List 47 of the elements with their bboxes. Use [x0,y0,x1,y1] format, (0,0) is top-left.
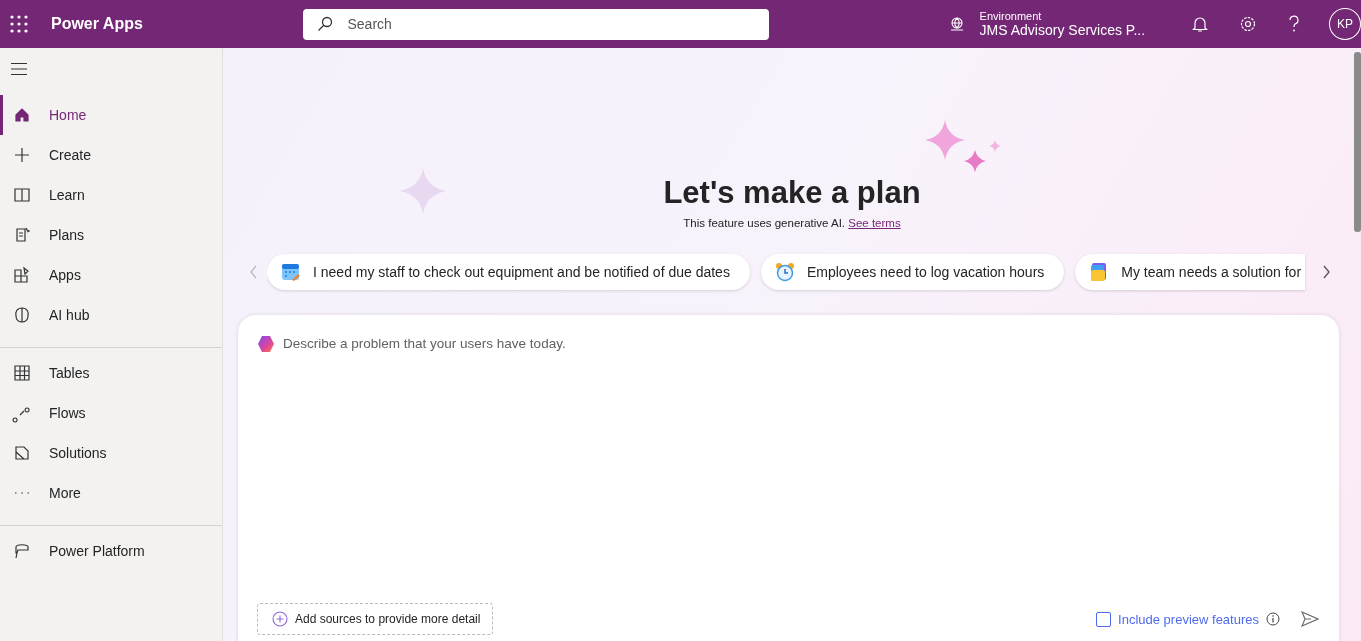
calendar-icon [281,262,301,282]
terms-link[interactable]: See terms [848,217,901,229]
search-icon [317,16,334,32]
environment-name[interactable]: JMS Advisory Services P... [979,22,1146,38]
page-title: Let's make a plan [663,175,921,211]
search-field[interactable]: Search [303,8,769,40]
menu-icon[interactable] [10,62,28,76]
nav-item[interactable]: AI hub [0,295,222,335]
nav-icon [12,363,32,383]
nav-item[interactable]: Solutions [0,433,222,473]
alarm-clock-icon [774,262,795,282]
nav-icon [12,443,32,463]
suggestion-chip[interactable]: My team needs a solution for [1075,254,1306,290]
nav-item[interactable]: Power Platform [0,531,222,571]
app-name[interactable]: Power Apps [50,15,304,33]
copilot-icon [257,335,275,353]
settings-icon[interactable] [1239,15,1258,33]
notification-bell-icon[interactable] [1191,15,1210,33]
plus-circle-icon [272,611,288,627]
app-launcher-icon[interactable] [10,15,28,33]
nav-icon [12,305,32,325]
chevron-right-icon[interactable] [1321,265,1331,279]
checkbox-label[interactable]: Include preview features [1118,611,1259,627]
suggestion-chip[interactable]: I need my staff to check out equipment and be notified of due dates [267,254,750,290]
nav-item[interactable]: More [0,473,222,513]
nav-item[interactable]: Flows [0,393,222,433]
suggestion-chip[interactable]: Employees need to log vacation hours [760,254,1065,290]
nav-icon [12,145,32,165]
environment-label: Environment [979,10,1043,22]
nav-item[interactable]: Create [0,135,222,175]
info-icon[interactable] [1266,612,1280,626]
ai-disclaimer: This feature uses generative AI. See terms [683,217,901,229]
add-sources-button[interactable]: Add sources to provide more detail [257,603,494,635]
sparkle-drawing [400,168,446,214]
nav-icon [12,541,32,561]
nav-item[interactable]: Plans [0,215,222,255]
scrollbar[interactable] [1354,52,1361,232]
search-input[interactable]: Search [345,15,755,33]
prompt-field[interactable]: Describe a problem that your users have today. Add sources to provide more detail Include preview features [238,315,1339,641]
nav-item[interactable]: Apps [0,255,222,295]
checkbox[interactable] [1096,611,1112,627]
send-icon[interactable] [1301,611,1319,627]
nav-item[interactable]: Tables [0,353,222,393]
nav-item[interactable]: Learn [0,175,222,215]
nav-icon [12,185,32,205]
nav-icon [12,491,32,495]
help-icon[interactable] [1287,15,1302,33]
